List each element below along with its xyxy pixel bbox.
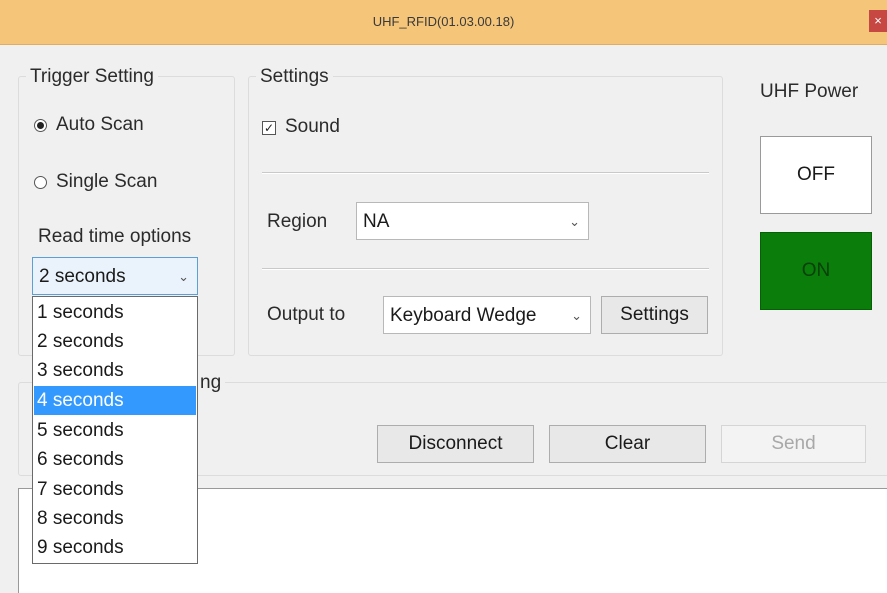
read-time-option-highlighted[interactable]: 4 seconds [34, 386, 196, 415]
power-on-button[interactable]: ON [760, 232, 872, 310]
read-time-option[interactable]: 2 seconds [34, 327, 196, 356]
read-time-dropdown-list[interactable]: 1 seconds 2 seconds 3 seconds 4 seconds … [32, 296, 198, 564]
settings-separator-2 [262, 268, 709, 270]
read-time-select[interactable]: 2 seconds ⌄ [32, 257, 198, 295]
chevron-down-icon: ⌄ [571, 308, 582, 323]
power-off-button[interactable]: OFF [760, 136, 872, 214]
read-time-value: 2 seconds [39, 266, 126, 287]
auto-scan-radio[interactable] [34, 119, 47, 132]
settings-legend: Settings [256, 66, 333, 88]
title-bar[interactable]: UHF_RFID(01.03.00.18) × [0, 0, 887, 45]
output-value: Keyboard Wedge [390, 305, 537, 326]
radio-selected-dot [37, 122, 44, 129]
settings-separator-1 [262, 172, 709, 174]
read-time-option[interactable]: 9 seconds [34, 533, 196, 562]
output-settings-button[interactable]: Settings [601, 296, 708, 334]
read-time-option[interactable]: 1 seconds [34, 298, 196, 327]
send-button[interactable]: Send [721, 425, 866, 463]
single-scan-radio[interactable] [34, 176, 47, 189]
sound-label[interactable]: Sound [285, 115, 340, 139]
uhf-power-label: UHF Power [760, 81, 859, 102]
region-select[interactable]: NA ⌄ [356, 202, 589, 240]
read-time-option[interactable]: 3 seconds [34, 356, 196, 385]
check-icon: ✓ [263, 121, 275, 135]
clear-button[interactable]: Clear [549, 425, 706, 463]
close-icon[interactable]: × [869, 10, 887, 32]
disconnect-button[interactable]: Disconnect [377, 425, 534, 463]
single-scan-label[interactable]: Single Scan [56, 170, 157, 194]
chevron-down-icon: ⌄ [178, 269, 189, 284]
connection-legend: ng [196, 372, 226, 394]
region-value: NA [363, 211, 390, 232]
read-time-option[interactable]: 5 seconds [34, 416, 196, 445]
read-time-option[interactable]: 7 seconds [34, 475, 196, 504]
read-time-option[interactable]: 8 seconds [34, 504, 196, 533]
output-select[interactable]: Keyboard Wedge ⌄ [383, 296, 591, 334]
window-title: UHF_RFID(01.03.00.18) [372, 14, 515, 29]
sound-checkbox[interactable]: ✓ [262, 121, 276, 135]
output-to-label: Output to [267, 304, 346, 325]
read-time-option[interactable]: 6 seconds [34, 445, 196, 474]
read-time-label: Read time options [38, 226, 192, 247]
region-label: Region [267, 211, 328, 232]
trigger-setting-legend: Trigger Setting [26, 66, 158, 88]
auto-scan-label[interactable]: Auto Scan [56, 113, 144, 137]
chevron-down-icon: ⌄ [569, 214, 580, 229]
app-window: UHF_RFID(01.03.00.18) × Trigger Setting … [0, 0, 887, 593]
